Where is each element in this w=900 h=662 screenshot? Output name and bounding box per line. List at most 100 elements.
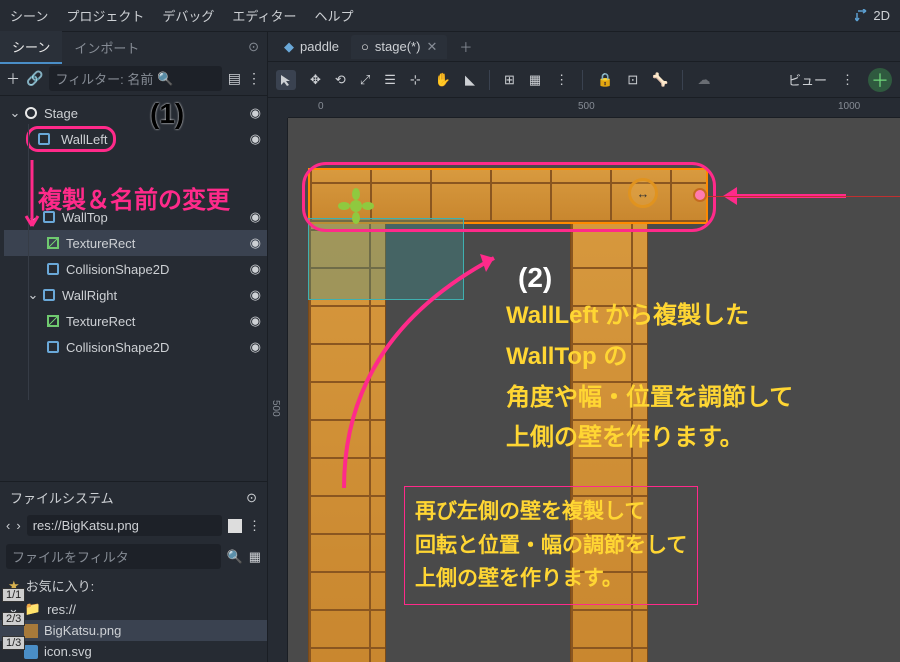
tool-icon[interactable]: ▤	[228, 70, 241, 87]
move-tool[interactable]: ✥	[310, 72, 321, 88]
more-icon[interactable]: ⋮	[247, 70, 261, 87]
curved-arrow-icon	[324, 238, 524, 498]
grid-view-icon[interactable]: ▦	[249, 549, 261, 565]
scene-icon: ◆	[284, 39, 294, 55]
tree-node-collision[interactable]: CollisionShape2D ◉	[4, 178, 267, 204]
pan-tool[interactable]: ✋	[435, 72, 451, 88]
menu-debug[interactable]: デバッグ	[162, 6, 214, 25]
tree-node-texturerect[interactable]: TextureRect ◉	[4, 308, 267, 334]
node-label: WallLeft	[61, 132, 107, 147]
tree-node-walltop[interactable]: ⌄ WallTop ◉	[4, 204, 267, 230]
visibility-icon[interactable]: ◉	[250, 183, 261, 199]
ruler-tool[interactable]: ◣	[465, 72, 475, 88]
more-icon[interactable]: ⋮	[248, 518, 261, 534]
fs-root[interactable]: ⌄ 📁 res://	[0, 598, 267, 620]
tab-import[interactable]: インポート	[62, 32, 151, 63]
node-label: WallTop	[62, 210, 108, 225]
visibility-icon[interactable]: ◉	[250, 157, 261, 173]
path-field[interactable]: res://BigKatsu.png	[27, 515, 222, 536]
add-button[interactable]: ＋	[868, 68, 892, 92]
visibility-icon[interactable]: ◉	[250, 131, 261, 147]
scale-tool[interactable]: ⤢	[360, 72, 370, 88]
nav-back-button[interactable]: ‹	[6, 518, 10, 533]
lock-icon[interactable]: 🔒	[597, 72, 613, 88]
scene-tab-paddle[interactable]: ◆ paddle	[274, 35, 349, 59]
scene-tab-stage[interactable]: ○ stage(*) ✕	[351, 35, 447, 59]
wall-right[interactable]	[570, 168, 648, 662]
scene-tree: ⌄ Stage ◉ WallLeft ◉ TextureRect ◉ Colli…	[0, 96, 267, 481]
link-icon[interactable]: 🔗	[26, 70, 43, 87]
rotate-tool[interactable]: ⟲	[335, 72, 346, 88]
scene-filter-input[interactable]: フィルター: 名前 🔍	[49, 66, 221, 91]
snap-icon[interactable]: ⊞	[504, 72, 515, 88]
view-menu-button[interactable]: ビュー	[788, 70, 827, 89]
close-icon[interactable]: ✕	[426, 39, 437, 55]
tree-node-stage[interactable]: ⌄ Stage ◉	[4, 100, 267, 126]
search-icon: 🔍	[157, 71, 173, 87]
collision-icon	[44, 182, 62, 200]
filter-placeholder: フィルター: 名前	[55, 69, 153, 88]
staticbody-icon	[40, 286, 58, 304]
visibility-icon[interactable]: ◉	[250, 313, 261, 329]
staticbody-icon	[40, 208, 58, 226]
grid-icon[interactable]: ▦	[529, 72, 541, 88]
ruler-horizontal: 0 500 1000	[288, 98, 900, 118]
tree-node-collision[interactable]: CollisionShape2D ◉	[4, 256, 267, 282]
pin-icon[interactable]: ⊙	[248, 39, 259, 55]
visibility-icon[interactable]: ◉	[250, 235, 261, 251]
options-icon[interactable]: ⋮	[555, 72, 568, 88]
select-tool[interactable]	[276, 70, 296, 90]
node-label: CollisionShape2D	[66, 184, 169, 199]
cloud-icon[interactable]: ☁	[697, 72, 710, 88]
search-icon: 🔍	[227, 549, 243, 565]
nav-forward-button[interactable]: ›	[16, 518, 20, 533]
scene-tab-label: stage(*)	[375, 39, 421, 54]
menu-project[interactable]: プロジェクト	[66, 6, 144, 25]
menu-help[interactable]: ヘルプ	[314, 6, 353, 25]
badge: 2/3	[2, 612, 25, 626]
visibility-icon[interactable]: ◉	[250, 209, 261, 225]
node-label: WallRight	[62, 288, 117, 303]
annotation-box: 再び左側の壁を複製して 回転と位置・幅の調節をして 上側の壁を作ります。	[404, 486, 698, 605]
add-node-button[interactable]: ＋	[6, 69, 20, 89]
tree-node-wallleft[interactable]: WallLeft ◉	[4, 126, 267, 152]
pin-icon[interactable]: ⊙	[246, 490, 257, 506]
tree-node-texturerect[interactable]: TextureRect ◉	[4, 152, 267, 178]
visibility-icon[interactable]: ◉	[250, 261, 261, 277]
canvas[interactable]: ↔ (2) WallLeft か	[288, 118, 900, 662]
visibility-icon[interactable]: ◉	[250, 105, 261, 121]
new-scene-button[interactable]: ＋	[449, 33, 482, 60]
chevron-down-icon[interactable]: ⌄	[8, 105, 22, 121]
scene-tab-label: paddle	[300, 39, 339, 54]
node-icon	[22, 104, 40, 122]
node-label: Stage	[44, 106, 78, 121]
fs-file-label: icon.svg	[44, 644, 92, 659]
tree-node-texturerect[interactable]: TextureRect ◉	[4, 230, 267, 256]
favorites-row[interactable]: ★ お気に入り:	[0, 573, 267, 598]
texturerect-icon	[44, 234, 62, 252]
node-label: CollisionShape2D	[66, 340, 169, 355]
tab-scene[interactable]: シーン	[0, 31, 62, 64]
separator	[682, 70, 683, 90]
preview-thumb	[228, 519, 242, 533]
menu-scene[interactable]: シーン	[10, 6, 48, 25]
favorites-label: お気に入り:	[26, 576, 95, 595]
filesystem-header: ファイルシステム	[10, 488, 114, 507]
mode-2d-button[interactable]: 2D	[855, 8, 890, 23]
menu-editor[interactable]: エディター	[232, 6, 296, 25]
list-tool[interactable]: ☰	[384, 72, 396, 88]
pivot-tool[interactable]: ⊹	[410, 72, 421, 88]
bone-icon[interactable]: 🦴	[652, 72, 668, 88]
tree-node-wallright[interactable]: ⌄ WallRight ◉	[4, 282, 267, 308]
viewport[interactable]: 0 500 1000 500	[268, 98, 900, 662]
annotation-highlight	[302, 162, 716, 232]
file-thumb-icon	[24, 645, 38, 659]
fs-file-item[interactable]: icon.svg	[0, 641, 267, 662]
file-filter-input[interactable]: ファイルをフィルタ	[6, 544, 221, 569]
group-icon[interactable]: ⊡	[627, 72, 638, 88]
collision-icon	[44, 338, 62, 356]
tree-node-collision[interactable]: CollisionShape2D ◉	[4, 334, 267, 360]
visibility-icon[interactable]: ◉	[250, 287, 261, 303]
fs-file-item[interactable]: BigKatsu.png	[0, 620, 267, 641]
visibility-icon[interactable]: ◉	[250, 339, 261, 355]
